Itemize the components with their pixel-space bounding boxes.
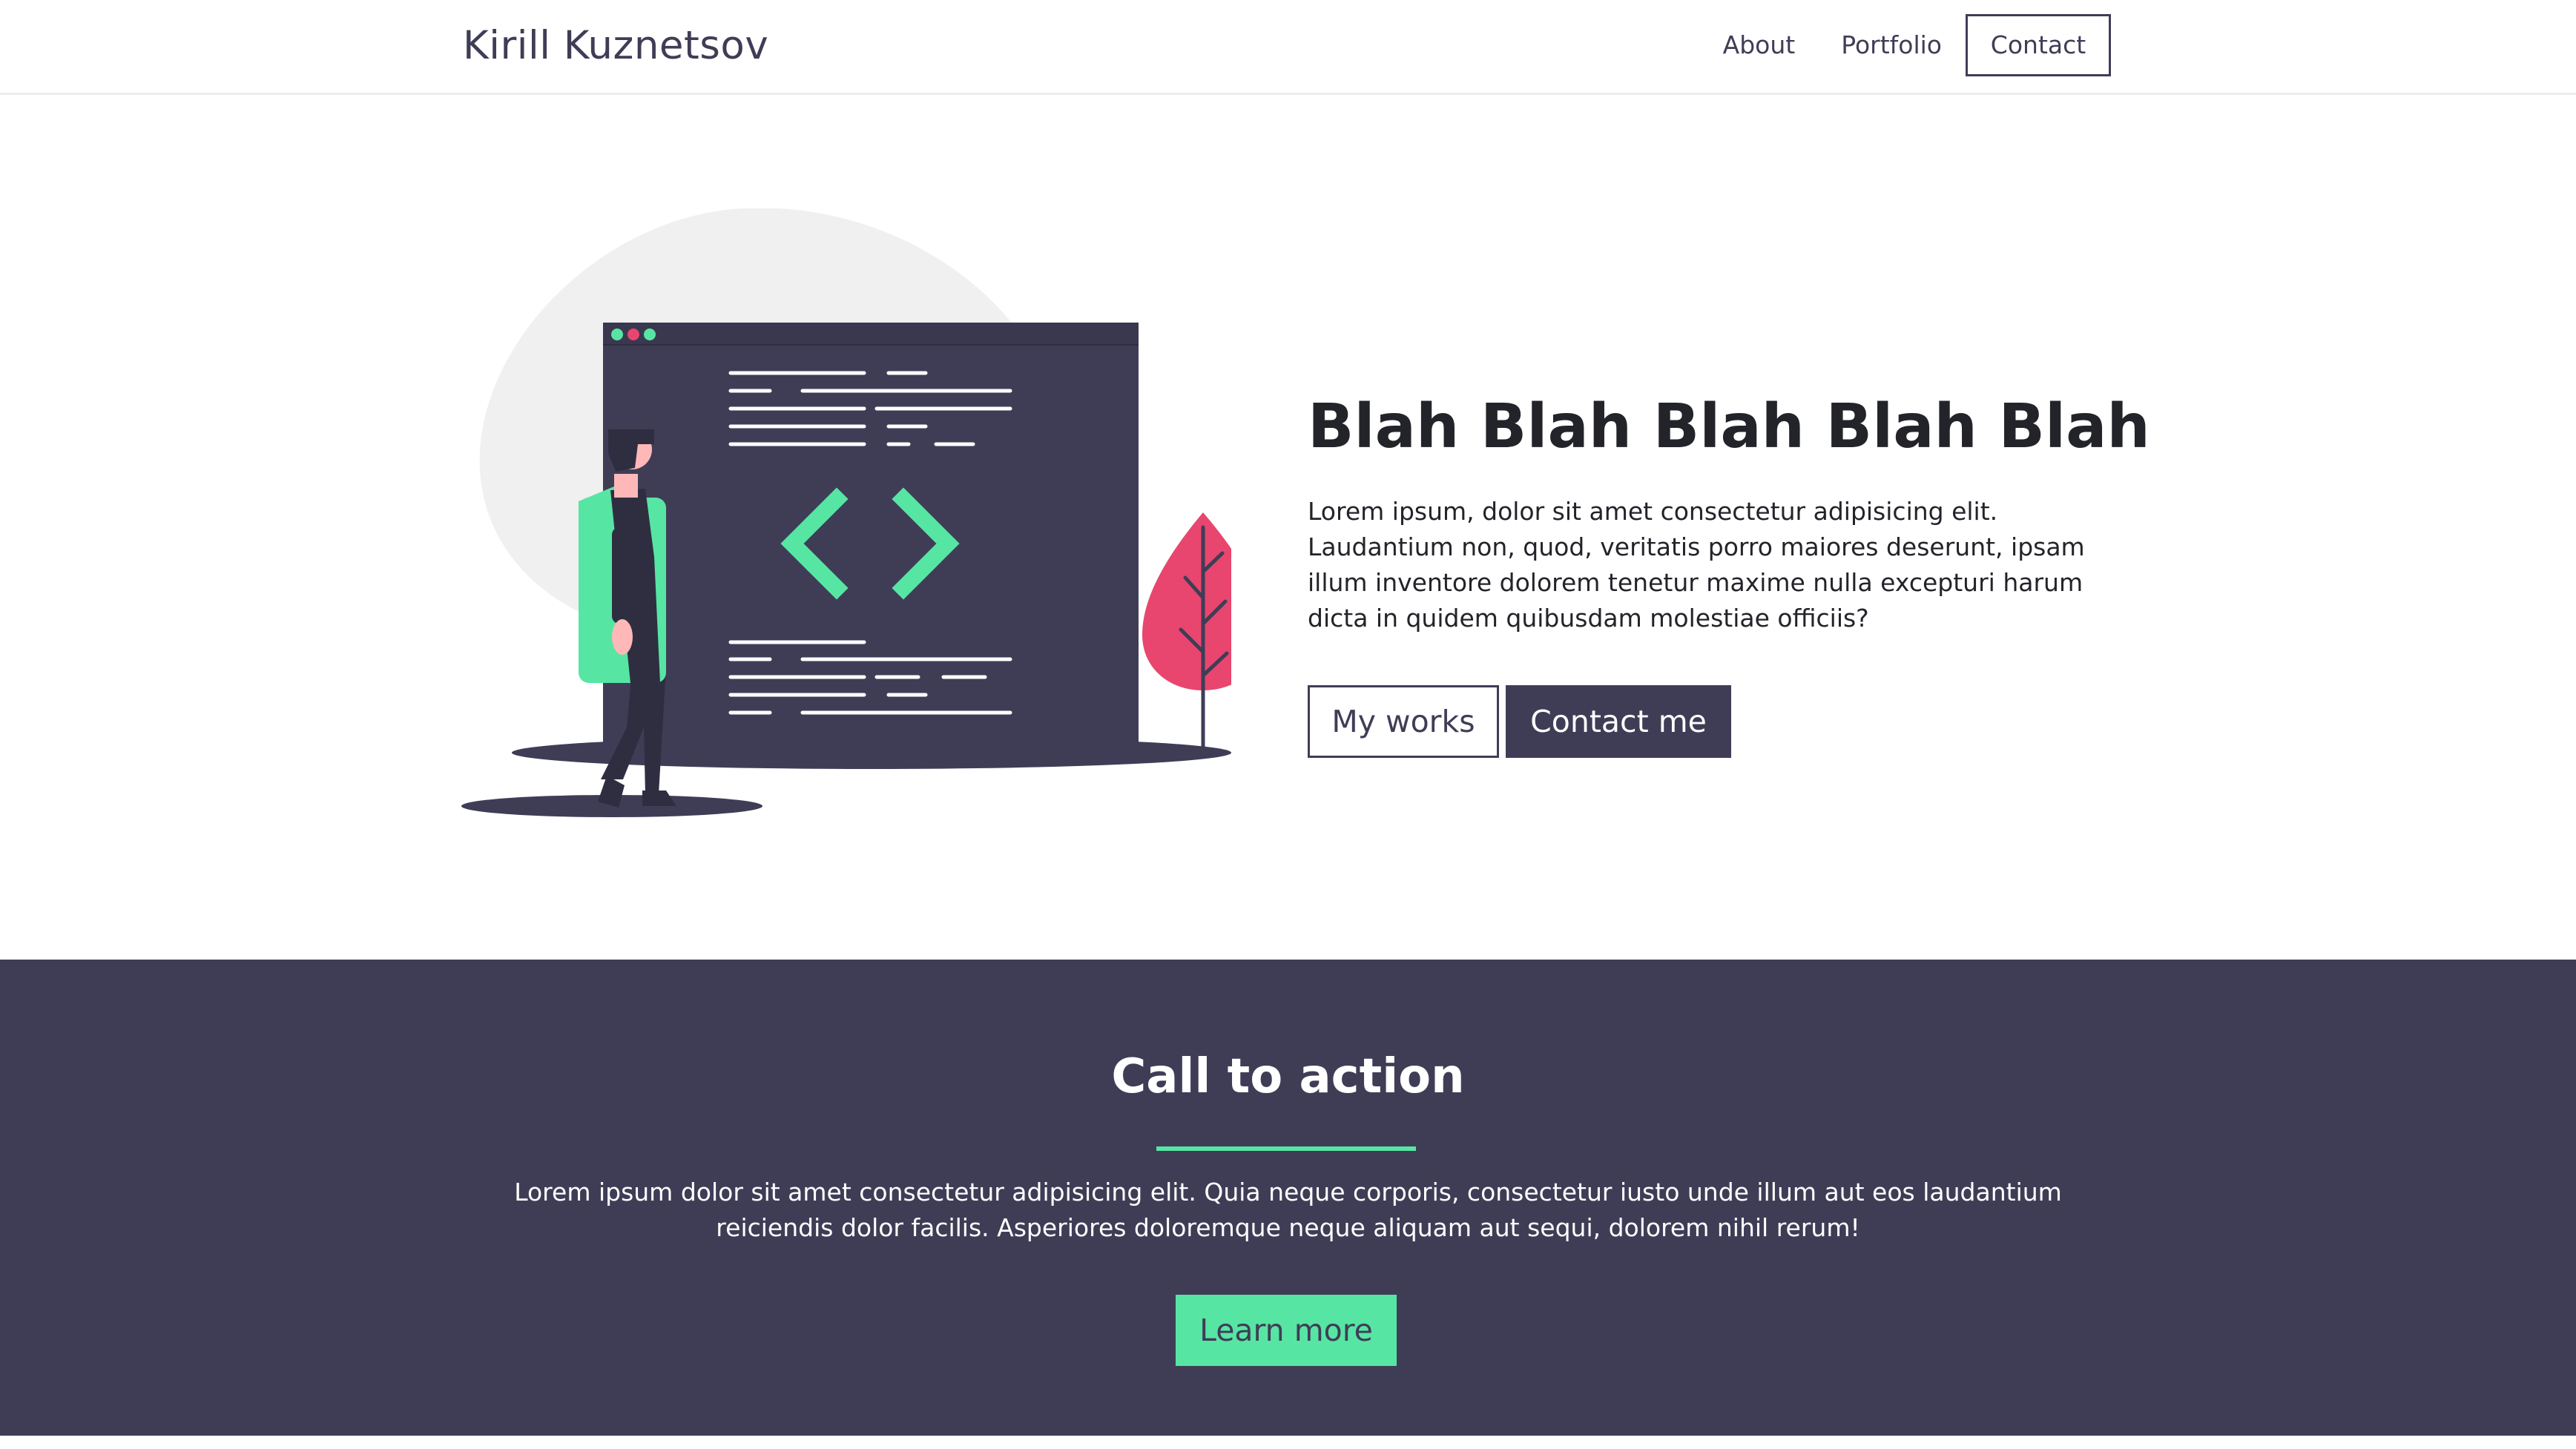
my-works-button[interactable]: My works [1308, 685, 1499, 758]
learn-more-button[interactable]: Learn more [1176, 1295, 1397, 1366]
cta-text: Lorem ipsum dolor sit amet consectetur a… [514, 1178, 2062, 1242]
hero-actions: My works Contact me [1308, 685, 2131, 758]
cta-title: Call to action [1111, 1049, 1465, 1104]
contact-me-button[interactable]: Contact me [1506, 685, 1731, 758]
main-nav: About Portfolio Contact [1723, 14, 2111, 76]
developer-illustration [461, 208, 1231, 817]
code-window-icon [603, 323, 1139, 753]
hero-description: Lorem ipsum, dolor sit amet consectetur … [1308, 497, 2085, 633]
hero-section: Blah Blah Blah Blah Blah Lorem ipsum, do… [0, 97, 2576, 960]
cta-divider [1156, 1146, 1416, 1151]
hero-content: Blah Blah Blah Blah Blah Lorem ipsum, do… [1308, 390, 2150, 758]
site-header: Kirill Kuznetsov About Portfolio Contact [0, 0, 2576, 95]
page-bottom [0, 1436, 2576, 1449]
nav-link-about[interactable]: About [1723, 14, 1796, 76]
tree-icon [1142, 512, 1231, 755]
nav-contact-button[interactable]: Contact [1966, 14, 2111, 76]
nav-link-portfolio[interactable]: Portfolio [1841, 14, 1942, 76]
site-brand[interactable]: Kirill Kuznetsov [463, 16, 768, 76]
hero-title: Blah Blah Blah Blah Blah [1308, 392, 2150, 462]
call-to-action-section: Call to action Lorem ipsum dolor sit ame… [0, 960, 2576, 1436]
